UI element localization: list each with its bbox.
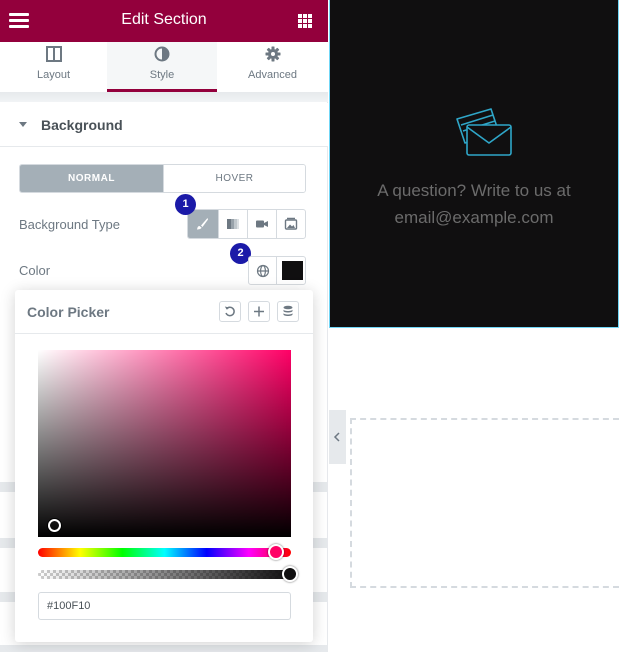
hex-color-input[interactable] [38,592,291,620]
tab-layout[interactable]: Layout [0,42,107,92]
editor-panel: Edit Section Layout Style Advanced Backg… [0,0,328,652]
panel-section-divider [0,645,328,652]
step-badge-1: 1 [175,194,196,215]
opacity-slider-handle[interactable] [282,566,298,582]
preview-dark-section[interactable]: A question? Write to us at email@example… [329,0,619,328]
add-global-color-button[interactable] [248,301,270,322]
tab-style[interactable]: Style [107,42,217,92]
reset-icon [224,306,235,317]
color-picker-title: Color Picker [27,304,110,320]
contact-line-1: A question? Write to us at [377,181,571,200]
panel-title: Edit Section [121,11,207,28]
global-colors-library-button[interactable] [277,301,299,322]
panel-collapse-toggle[interactable] [329,410,346,464]
global-colors-button[interactable] [249,257,277,284]
background-slideshow-button[interactable] [276,210,305,238]
video-camera-icon [256,220,268,228]
hue-slider-handle[interactable] [268,544,284,560]
database-icon [283,305,293,316]
envelope-icon [456,108,512,156]
reset-color-button[interactable] [219,301,241,322]
background-video-button[interactable] [247,210,276,238]
tab-advanced[interactable]: Advanced [217,42,328,92]
tabs-divider [0,92,328,102]
color-picker-header: Color Picker [15,290,313,334]
color-picker-popup: Color Picker [15,290,313,642]
caret-down-icon [19,122,27,127]
gear-icon [265,46,280,62]
tab-style-label: Style [149,69,175,81]
opacity-slider[interactable] [38,570,291,579]
normal-hover-switch: NORMAL HOVER [19,164,306,193]
hue-slider[interactable] [38,548,291,557]
contact-text: A question? Write to us at email@example… [330,177,618,231]
saturation-value-area[interactable] [38,350,291,537]
contact-email: email@example.com [394,208,554,227]
background-classic-button[interactable] [188,210,218,238]
section-title: Background [41,117,123,133]
paint-brush-icon [197,218,208,230]
color-control [248,256,306,285]
chevron-left-icon [333,432,340,442]
panel-header: Edit Section [0,0,328,42]
background-type-label: Background Type [19,217,120,232]
color-label: Color [19,263,51,278]
hover-tab-button[interactable]: HOVER [163,165,305,192]
saturation-value-handle[interactable] [48,519,61,532]
background-section-header[interactable]: Background [0,103,328,147]
plus-icon [254,306,264,317]
color-swatch[interactable] [282,261,303,280]
slideshow-icon [284,217,298,230]
widgets-grid-icon[interactable] [298,14,313,29]
background-type-choices [187,209,306,239]
background-gradient-button[interactable] [218,210,247,238]
globe-icon [256,264,270,278]
tab-layout-label: Layout [36,69,71,81]
empty-drop-area[interactable] [350,418,619,588]
normal-tab-button[interactable]: NORMAL [20,165,163,192]
contrast-icon [154,46,170,62]
tab-advanced-label: Advanced [248,69,297,81]
panel-tabs: Layout Style Advanced [0,42,328,92]
gradient-icon [227,219,239,229]
columns-icon [45,46,62,62]
